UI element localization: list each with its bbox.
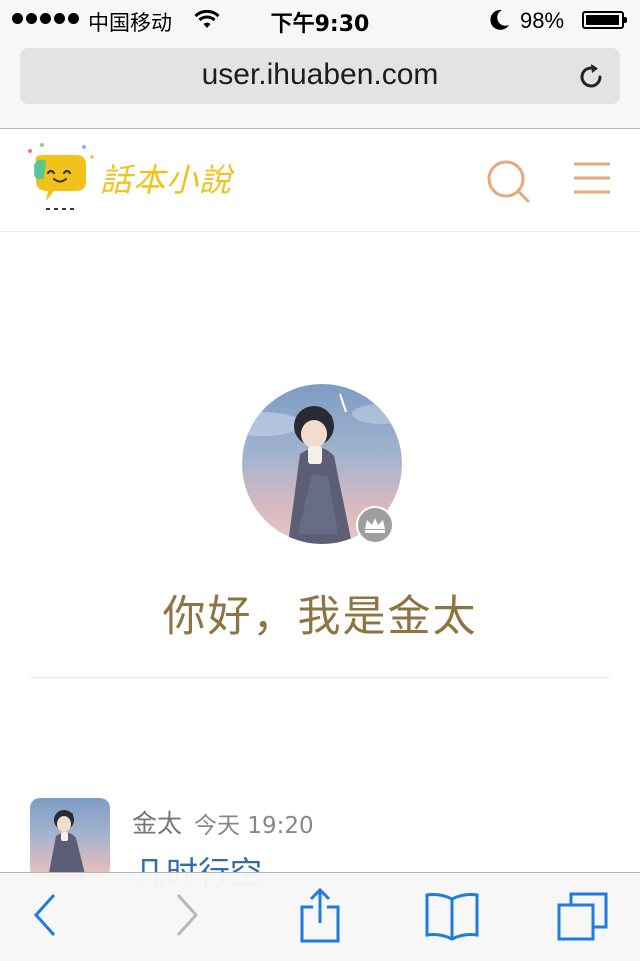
reload-icon[interactable] bbox=[576, 62, 606, 92]
post-timestamp: 今天 19:20 bbox=[194, 813, 314, 839]
site-header: 話本小說 bbox=[0, 129, 640, 232]
post-author-avatar[interactable] bbox=[30, 798, 110, 878]
search-icon[interactable] bbox=[484, 157, 532, 205]
profile-avatar[interactable] bbox=[242, 384, 402, 544]
moon-icon bbox=[490, 9, 509, 30]
status-bar: 中国移动 下午9:30 98% bbox=[0, 0, 640, 40]
battery-fill bbox=[586, 15, 620, 25]
list-item[interactable]: 金太 今天 19:20 几时行空 bbox=[30, 798, 610, 892]
tabs-icon[interactable] bbox=[556, 891, 610, 941]
thumb-illustration bbox=[48, 810, 86, 878]
profile-greeting: 你好，我是金太 bbox=[162, 592, 478, 642]
url-text[interactable]: user.ihuaben.com bbox=[20, 58, 620, 92]
vip-badge bbox=[356, 506, 394, 544]
browser-address-area: user.ihuaben.com bbox=[0, 40, 640, 129]
post-author[interactable]: 金太 bbox=[132, 804, 182, 840]
address-bar[interactable]: user.ihuaben.com bbox=[20, 48, 620, 104]
battery-percentage: 98% bbox=[520, 8, 565, 33]
divider bbox=[30, 677, 610, 678]
battery-icon bbox=[582, 11, 627, 29]
browser-toolbar bbox=[0, 872, 640, 961]
bookmarks-icon[interactable] bbox=[424, 891, 480, 941]
share-icon[interactable] bbox=[298, 887, 342, 943]
logo-icon[interactable] bbox=[20, 139, 100, 219]
logo-wordmark[interactable]: 話本小說 bbox=[100, 155, 232, 201]
forward-icon[interactable] bbox=[172, 891, 202, 939]
menu-icon[interactable] bbox=[572, 161, 612, 195]
crown-icon bbox=[365, 518, 385, 533]
back-icon[interactable] bbox=[30, 891, 60, 939]
